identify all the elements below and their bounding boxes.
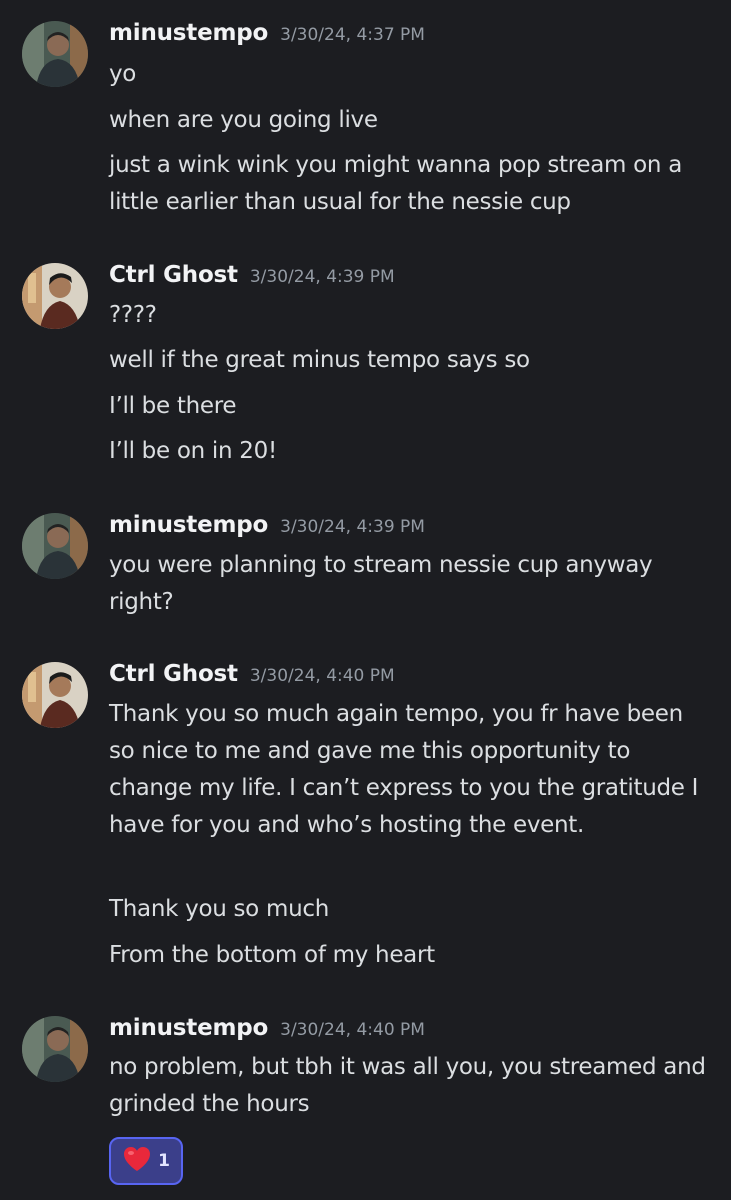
message-text: Thank you so much	[109, 896, 329, 922]
message-header: minustempo 3/30/24, 4:39 PM	[109, 512, 425, 538]
message-text: yo	[109, 61, 137, 87]
author-name[interactable]: minustempo	[109, 20, 268, 46]
message-timestamp: 3/30/24, 4:39 PM	[280, 517, 425, 537]
avatar[interactable]	[22, 21, 88, 87]
message-timestamp: 3/30/24, 4:40 PM	[249, 666, 395, 686]
message-text: no problem, but tbh it was all you, you …	[109, 1054, 706, 1117]
author-name[interactable]: minustempo	[109, 1015, 268, 1041]
author-name[interactable]: minustempo	[109, 512, 268, 538]
avatar[interactable]	[22, 263, 88, 329]
message-text: when are you going live	[109, 107, 378, 133]
heart-icon	[122, 1145, 152, 1177]
message-timestamp: 3/30/24, 4:39 PM	[249, 267, 395, 287]
message-text: I’ll be there	[109, 393, 237, 419]
avatar[interactable]	[22, 662, 88, 728]
message-text: well if the great minus tempo says so	[109, 347, 530, 373]
message-text: I’ll be on in 20!	[109, 438, 277, 464]
message-header: minustempo 3/30/24, 4:37 PM	[109, 20, 425, 46]
message-header: minustempo 3/30/24, 4:40 PM	[109, 1015, 425, 1041]
message-text: ????	[109, 302, 157, 328]
message-header: Ctrl Ghost 3/30/24, 4:40 PM	[109, 661, 395, 687]
message-timestamp: 3/30/24, 4:37 PM	[280, 25, 425, 45]
message-text: you were planning to stream nessie cup a…	[109, 552, 653, 615]
reaction-count: 1	[158, 1151, 170, 1171]
message-timestamp: 3/30/24, 4:40 PM	[280, 1020, 425, 1040]
message-list: minustempo 3/30/24, 4:37 PM yo when are y…	[0, 0, 731, 1200]
author-name[interactable]: Ctrl Ghost	[109, 262, 238, 288]
author-name[interactable]: Ctrl Ghost	[109, 661, 238, 687]
message-header: Ctrl Ghost 3/30/24, 4:39 PM	[109, 262, 395, 288]
message-text: just a wink wink you might wanna pop str…	[109, 152, 682, 215]
avatar[interactable]	[22, 513, 88, 579]
reaction-button[interactable]: 1	[109, 1137, 183, 1185]
message-text: Thank you so much again tempo, you fr ha…	[109, 701, 699, 838]
message-text: From the bottom of my heart	[109, 942, 435, 968]
avatar[interactable]	[22, 1016, 88, 1082]
